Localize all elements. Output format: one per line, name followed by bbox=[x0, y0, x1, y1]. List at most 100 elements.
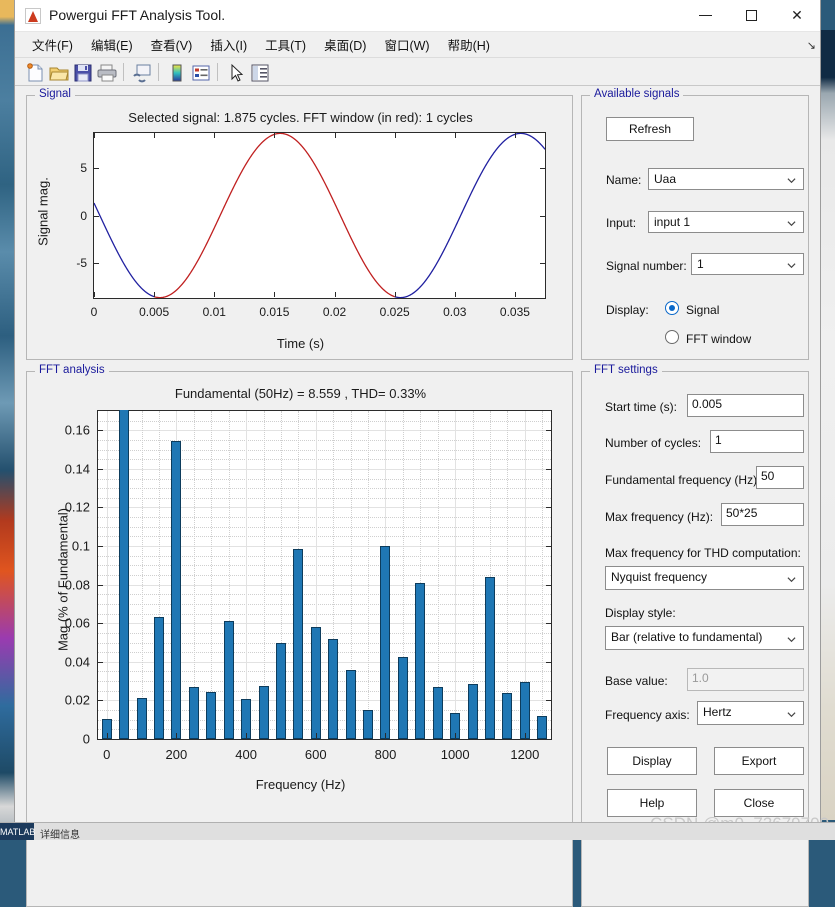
signal-y-tickmark bbox=[540, 167, 545, 169]
signal-plot-axes bbox=[93, 132, 546, 299]
fft-minor-gridline bbox=[98, 420, 551, 422]
menu-file[interactable]: 文件(F) bbox=[23, 32, 82, 57]
display-button[interactable]: Display bbox=[607, 747, 697, 775]
radio-display-fft-window[interactable] bbox=[665, 330, 679, 344]
link-plot-icon[interactable] bbox=[130, 61, 152, 83]
signal-x-tick: 0.015 bbox=[259, 305, 290, 319]
fft-y-tickmark bbox=[546, 546, 551, 548]
fft-plot-axes bbox=[97, 410, 552, 740]
fft-minor-gridline bbox=[98, 449, 551, 451]
fft-bar bbox=[136, 698, 147, 739]
max-frequency-input[interactable]: 50*25 bbox=[721, 503, 804, 526]
colorbar-icon[interactable] bbox=[165, 61, 187, 83]
menu-window[interactable]: 窗口(W) bbox=[375, 32, 438, 57]
fft-gridline-v bbox=[106, 411, 108, 739]
signal-number-combo[interactable]: 1 bbox=[691, 253, 804, 275]
fft-bar bbox=[502, 692, 513, 739]
name-combo[interactable]: Uaa bbox=[648, 168, 804, 190]
signal-x-tickmark bbox=[334, 133, 336, 138]
fft-y-tickmark bbox=[98, 507, 103, 509]
radio-display-fft-window-label: FFT window bbox=[686, 332, 752, 346]
display-style-combo[interactable]: Bar (relative to fundamental) bbox=[605, 626, 804, 650]
refresh-button[interactable]: Refresh bbox=[606, 117, 694, 141]
fft-minor-gridline bbox=[98, 565, 551, 567]
close-window-button[interactable]: ✕ bbox=[774, 0, 820, 31]
signal-y-tickmark bbox=[540, 215, 545, 217]
frequency-axis-combo[interactable]: Hertz bbox=[697, 701, 804, 725]
fft-y-tickmark bbox=[546, 468, 551, 470]
fft-bar bbox=[380, 546, 391, 739]
signal-number-label: Signal number: bbox=[606, 259, 687, 273]
menu-overflow-icon[interactable]: ↘ bbox=[807, 39, 816, 52]
fft-gridline-h bbox=[98, 430, 551, 432]
fft-minor-gridline bbox=[98, 575, 551, 576]
desktop-right-strip bbox=[821, 30, 835, 820]
signal-x-tickmark bbox=[94, 133, 95, 138]
toolbar-separator-1 bbox=[123, 62, 124, 81]
fft-minor-gridline bbox=[98, 517, 551, 519]
start-time-input[interactable]: 0.005 bbox=[687, 394, 804, 417]
signal-x-tick: 0 bbox=[90, 305, 98, 319]
maximize-button[interactable] bbox=[728, 0, 774, 31]
taskbar: MATLAB 详细信息 bbox=[0, 822, 835, 840]
base-value-input[interactable]: 1.0 bbox=[687, 668, 804, 691]
pointer-icon[interactable] bbox=[224, 61, 246, 83]
new-figure-icon[interactable] bbox=[23, 61, 45, 83]
signal-panel-legend: Signal bbox=[35, 88, 75, 100]
signal-x-tickmark bbox=[94, 292, 95, 297]
fft-x-tick: 1200 bbox=[510, 747, 540, 762]
fft-bar bbox=[432, 687, 443, 739]
menu-view[interactable]: 查看(V) bbox=[142, 32, 202, 57]
input-label: Input: bbox=[606, 216, 637, 230]
fft-bar bbox=[345, 669, 356, 739]
name-combo-value: Uaa bbox=[654, 172, 677, 186]
signal-x-tickmark bbox=[214, 133, 216, 138]
legend-icon[interactable] bbox=[189, 61, 211, 83]
menu-bar: 文件(F) 编辑(E) 查看(V) 插入(I) 工具(T) 桌面(D) 窗口(W… bbox=[15, 32, 820, 58]
max-frequency-thd-combo[interactable]: Nyquist frequency bbox=[605, 566, 804, 590]
fft-minor-gridline-v bbox=[542, 411, 544, 739]
fft-minor-gridline-v bbox=[368, 411, 370, 739]
fft-minor-gridline bbox=[98, 613, 551, 615]
help-button[interactable]: Help bbox=[607, 789, 697, 817]
fft-bar bbox=[310, 626, 321, 739]
export-button[interactable]: Export bbox=[714, 747, 804, 775]
frequency-axis-label: Frequency axis: bbox=[605, 708, 690, 722]
minimize-button[interactable] bbox=[682, 0, 728, 31]
menu-insert[interactable]: 插入(I) bbox=[201, 32, 256, 57]
fft-minor-gridline bbox=[98, 439, 551, 441]
fft-gridline-v bbox=[246, 411, 248, 739]
signal-x-tickmark bbox=[454, 133, 456, 138]
input-combo[interactable]: input 1 bbox=[648, 211, 804, 233]
radio-display-signal[interactable] bbox=[665, 301, 679, 315]
fft-minor-gridline bbox=[98, 478, 551, 480]
menu-desktop[interactable]: 桌面(D) bbox=[315, 32, 375, 57]
signal-y-tick: -5 bbox=[76, 256, 87, 271]
signal-x-tick: 0.025 bbox=[379, 305, 410, 319]
fft-x-tick: 1000 bbox=[440, 747, 470, 762]
fft-bar bbox=[171, 440, 182, 739]
print-figure-icon[interactable] bbox=[95, 61, 117, 83]
close-button[interactable]: Close bbox=[714, 789, 804, 817]
signal-x-tickmark bbox=[394, 292, 396, 297]
save-figure-icon[interactable] bbox=[71, 61, 93, 83]
menu-edit[interactable]: 编辑(E) bbox=[82, 32, 142, 57]
fft-minor-gridline bbox=[98, 652, 551, 654]
plot-browser-icon[interactable] bbox=[248, 61, 270, 83]
number-of-cycles-input[interactable]: 1 bbox=[710, 430, 804, 453]
fft-y-tickmark bbox=[546, 584, 551, 586]
fft-y-tickmark bbox=[98, 739, 103, 740]
signal-y-tick: 0 bbox=[80, 208, 87, 223]
available-signals-panel: Available signals Refresh Name: Uaa Inpu… bbox=[581, 88, 809, 360]
fft-x-tickmark bbox=[524, 733, 526, 738]
fft-gridline-h bbox=[98, 507, 551, 509]
open-file-icon[interactable] bbox=[47, 61, 69, 83]
menu-tools[interactable]: 工具(T) bbox=[256, 32, 315, 57]
taskbar-app-label[interactable]: MATLAB bbox=[0, 823, 35, 840]
fft-minor-gridline bbox=[98, 603, 551, 605]
menu-help[interactable]: 帮助(H) bbox=[439, 32, 499, 57]
fft-y-tickmark bbox=[546, 661, 551, 663]
fundamental-frequency-input[interactable]: 50 bbox=[756, 466, 804, 489]
fft-y-tick: 0.14 bbox=[64, 461, 90, 477]
fft-minor-gridline-v bbox=[507, 411, 509, 739]
